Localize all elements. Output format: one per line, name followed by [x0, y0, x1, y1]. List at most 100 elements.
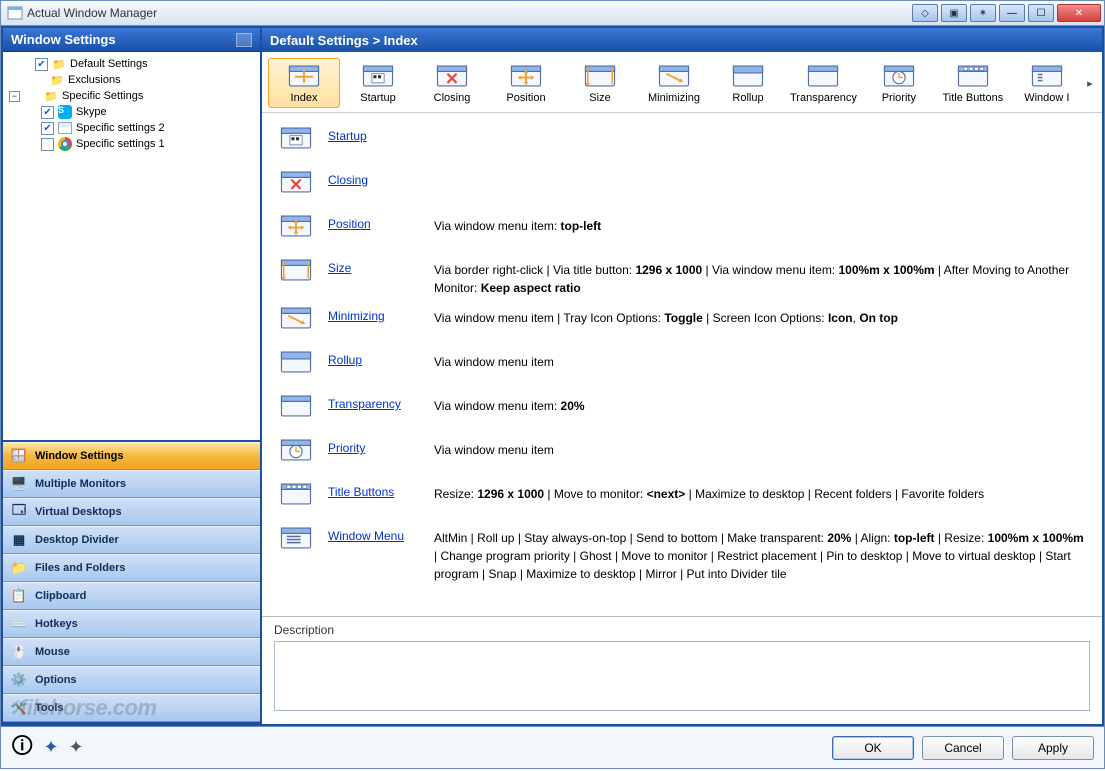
description-input[interactable] [274, 641, 1090, 711]
row-link[interactable]: Startup [328, 129, 367, 143]
tool-priority[interactable]: Priority [863, 58, 935, 108]
nav-item-clipboard[interactable]: 📋Clipboard [3, 582, 260, 610]
row-icon [278, 255, 314, 283]
row-icon [278, 523, 314, 551]
row-link[interactable]: Window Menu [328, 529, 404, 543]
tool-icon [360, 62, 396, 90]
tree-exclusions[interactable]: 📁Exclusions [7, 73, 256, 87]
tool-size[interactable]: Size [564, 58, 636, 108]
category-toolbar: IndexStartupClosingPositionSizeMinimizin… [262, 52, 1102, 113]
apply-button[interactable]: Apply [1012, 736, 1094, 760]
main-area: Window Settings ✔📁Default Settings 📁Excl… [0, 26, 1105, 727]
nav-item-files-and-folders[interactable]: 📁Files and Folders [3, 554, 260, 582]
tree-item-specific-2[interactable]: ✔Specific settings 2 [7, 121, 256, 135]
row-description: Via window menu item | Tray Icon Options… [434, 303, 1086, 327]
titlebar-extra-button-2[interactable]: ▣ [941, 4, 967, 22]
nav-item-hotkeys[interactable]: ⌨️Hotkeys [3, 610, 260, 638]
row-link[interactable]: Size [328, 261, 351, 275]
tool-title-buttons[interactable]: Title Buttons [937, 58, 1009, 108]
toolbar-scroll-right[interactable]: ▸ [1085, 58, 1095, 108]
window-title: Actual Window Manager [27, 6, 912, 20]
ok-button[interactable]: OK [832, 736, 914, 760]
settings-tree: ✔📁Default Settings 📁Exclusions − 📁 Specifi… [3, 52, 260, 442]
row-link[interactable]: Rollup [328, 353, 362, 367]
panel-collapse-icon[interactable] [236, 33, 252, 47]
cancel-button[interactable]: Cancel [922, 736, 1004, 760]
row-icon [278, 479, 314, 507]
row-link[interactable]: Title Buttons [328, 485, 394, 499]
row-icon [278, 167, 314, 195]
index-row-title-buttons: Title Buttons Resize: 1296 x 1000 | Move… [278, 479, 1086, 517]
checkbox-icon[interactable]: ✔ [41, 106, 54, 119]
tool-position[interactable]: Position [490, 58, 562, 108]
folder-icon: 📁 [51, 57, 67, 71]
tool-icon [730, 62, 766, 90]
tool-icon [881, 62, 917, 90]
tool-icon [955, 62, 991, 90]
nav-item-mouse[interactable]: 🖱️Mouse [3, 638, 260, 666]
tool-minimizing[interactable]: Minimizing [638, 58, 710, 108]
folder-icon: 📁 [49, 73, 65, 87]
tool-rollup[interactable]: Rollup [712, 58, 784, 108]
category-nav: 🪟Window Settings🖥️Multiple Monitors🗔Virt… [3, 442, 260, 722]
tree-item-specific-1[interactable]: Specific settings 1 [7, 137, 256, 151]
close-button[interactable]: ✕ [1057, 4, 1101, 22]
tool-transparency[interactable]: Transparency [786, 58, 861, 108]
left-panel-title: Window Settings [11, 32, 116, 47]
footer-bar: 🛈 ✦ ✦ OK Cancel Apply [0, 727, 1105, 769]
checkbox-icon[interactable]: ✔ [35, 58, 48, 71]
chrome-icon [57, 137, 73, 151]
row-description [434, 123, 1086, 129]
row-link[interactable]: Priority [328, 441, 365, 455]
maximize-button[interactable]: ☐ [1028, 4, 1054, 22]
nav-item-virtual-desktops[interactable]: 🗔Virtual Desktops [3, 498, 260, 526]
row-link[interactable]: Transparency [328, 397, 401, 411]
row-description: Via window menu item: 20% [434, 391, 1086, 415]
description-label: Description [274, 623, 1090, 637]
tool-closing[interactable]: Closing [416, 58, 488, 108]
nav-icon: 🛠️ [9, 699, 29, 717]
skype-icon: S [57, 105, 73, 119]
tree-default-settings[interactable]: ✔📁Default Settings [7, 57, 256, 71]
row-link[interactable]: Closing [328, 173, 368, 187]
titlebar-extra-button-1[interactable]: ◇ [912, 4, 938, 22]
help-icon[interactable]: 🛈 [11, 729, 33, 767]
folder-icon: 📁 [43, 89, 59, 103]
app-icon [7, 5, 23, 21]
nav-item-window-settings[interactable]: 🪟Window Settings [3, 442, 260, 470]
titlebar: Actual Window Manager ◇ ▣ ✶ — ☐ ✕ [0, 0, 1105, 26]
row-link[interactable]: Position [328, 217, 371, 231]
tool-index[interactable]: Index [268, 58, 340, 108]
tool-window-i[interactable]: Window I [1011, 58, 1083, 108]
tool-icon [508, 62, 544, 90]
checkbox-icon[interactable]: ✔ [41, 122, 54, 135]
nav-icon: 🖥️ [9, 475, 29, 493]
footer-icon-2[interactable]: ✦ [69, 737, 84, 758]
row-icon [278, 123, 314, 151]
tool-icon [582, 62, 618, 90]
tree-specific-settings[interactable]: −📁Specific Settings [7, 89, 256, 103]
footer-icon-1[interactable]: ✦ [43, 737, 58, 758]
left-panel: Window Settings ✔📁Default Settings 📁Excl… [1, 26, 262, 726]
titlebar-extra-button-3[interactable]: ✶ [970, 4, 996, 22]
row-description: Via border right-click | Via title butto… [434, 255, 1086, 297]
nav-icon: 📋 [9, 587, 29, 605]
row-icon [278, 435, 314, 463]
row-icon [278, 211, 314, 239]
tree-item-skype[interactable]: ✔SSkype [7, 105, 256, 119]
tree-collapse-icon[interactable]: − [9, 91, 20, 102]
row-icon [278, 391, 314, 419]
row-description: AltMin | Roll up | Stay always-on-top | … [434, 523, 1086, 583]
nav-item-desktop-divider[interactable]: ▦Desktop Divider [3, 526, 260, 554]
settings-index-list: Startup Closing Position Via window menu… [262, 113, 1102, 616]
nav-icon: ⌨️ [9, 615, 29, 633]
nav-item-tools[interactable]: 🛠️Tools [3, 694, 260, 722]
row-link[interactable]: Minimizing [328, 309, 385, 323]
description-section: Description [262, 616, 1102, 724]
checkbox-icon[interactable] [41, 138, 54, 151]
tool-startup[interactable]: Startup [342, 58, 414, 108]
index-row-closing: Closing [278, 167, 1086, 205]
minimize-button[interactable]: — [999, 4, 1025, 22]
nav-item-options[interactable]: ⚙️Options [3, 666, 260, 694]
nav-item-multiple-monitors[interactable]: 🖥️Multiple Monitors [3, 470, 260, 498]
